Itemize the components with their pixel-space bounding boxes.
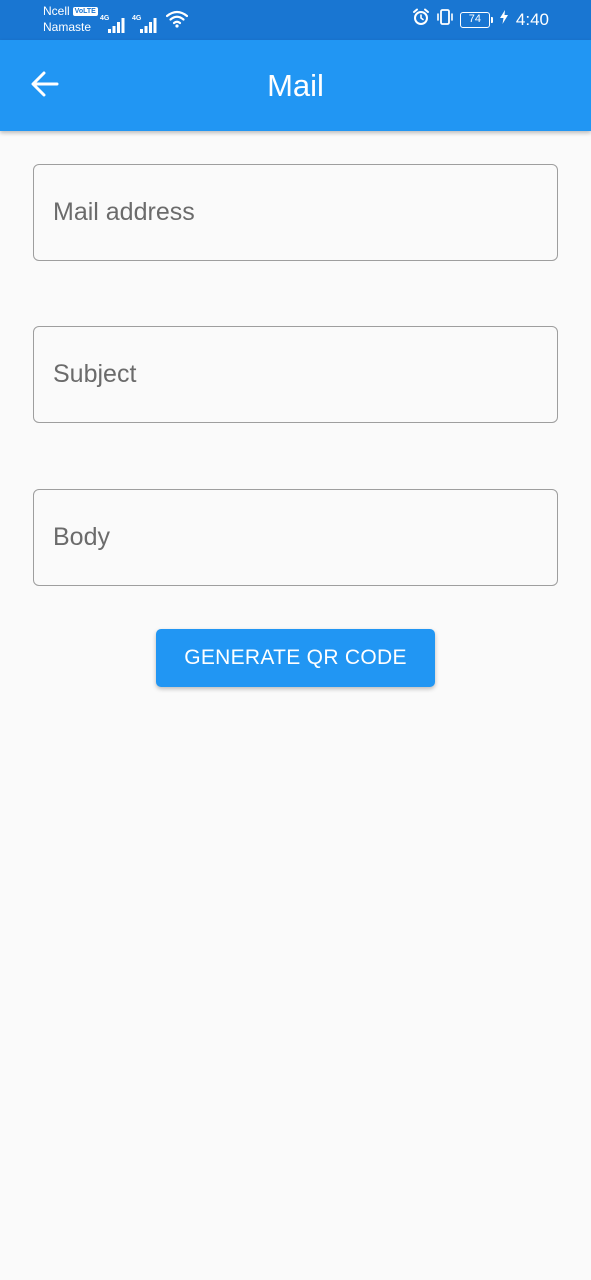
- carrier-info: Ncell VoLTE Namaste: [43, 4, 98, 34]
- sim2-network-label: 4G: [132, 15, 142, 22]
- carrier-sub: Namaste: [43, 20, 92, 34]
- page-title: Mail: [267, 68, 324, 103]
- wifi-icon: [165, 10, 189, 33]
- alarm-icon: [412, 8, 430, 31]
- generate-qr-code-button[interactable]: GENERATE QR CODE: [156, 629, 435, 687]
- subject-field[interactable]: [33, 326, 558, 423]
- charging-icon: [499, 10, 508, 29]
- mail-address-input[interactable]: [53, 198, 557, 227]
- subject-input[interactable]: [53, 360, 557, 389]
- sim1-signal-icon: 4G: [100, 15, 126, 33]
- sim2-signal-icon: 4G: [132, 15, 158, 33]
- clock: 4:40: [515, 9, 549, 29]
- body-input[interactable]: [53, 523, 557, 552]
- signal-indicators: 4G 4G: [100, 10, 189, 33]
- body-field[interactable]: [33, 489, 558, 586]
- battery-icon: 74: [459, 11, 493, 28]
- vibrate-icon: [436, 8, 454, 31]
- sim1-network-label: 4G: [100, 15, 110, 22]
- status-right: 74 4:40: [412, 8, 549, 31]
- app-bar: Mail: [0, 40, 591, 131]
- carrier-name: Ncell: [43, 4, 70, 18]
- status-bar: Ncell VoLTE Namaste 4G 4G 74 4:40: [0, 0, 591, 40]
- mail-address-field[interactable]: [33, 164, 558, 261]
- volte-badge: VoLTE: [72, 6, 98, 16]
